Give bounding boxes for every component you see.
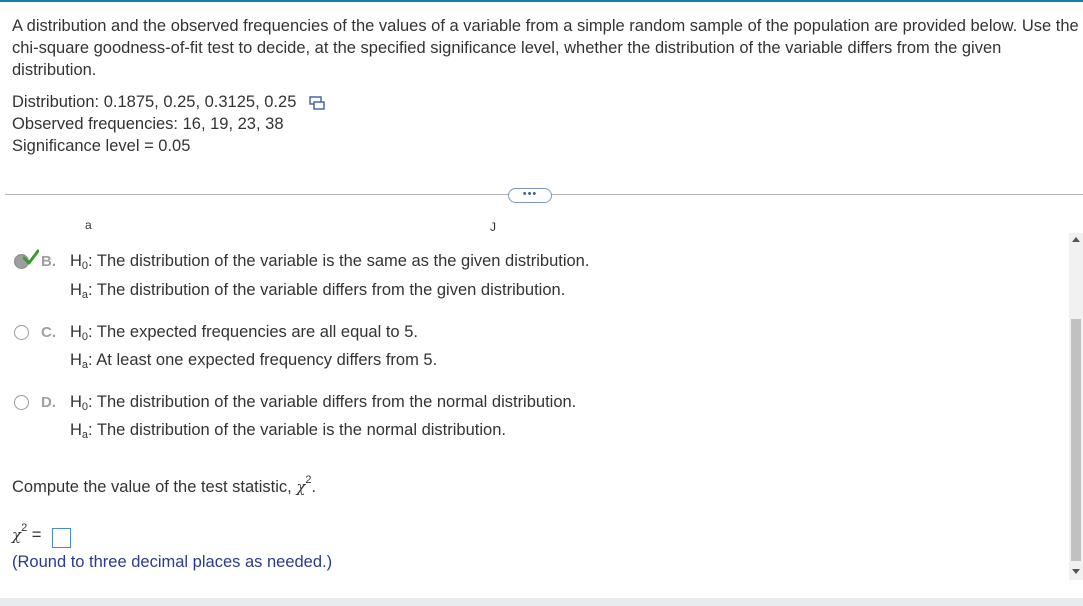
answer-label: χ2 = <box>12 522 42 544</box>
option-d[interactable]: D. H0: The distribution of the variable … <box>14 393 714 441</box>
clipped-text-fragment: J <box>490 220 496 234</box>
option-letter: B. <box>41 253 56 270</box>
significance-row: Significance level = 0.05 <box>12 137 191 155</box>
given-data: Distribution: 0.1875, 0.25, 0.3125, 0.25… <box>12 91 325 157</box>
scroll-down-arrow-icon[interactable] <box>1072 569 1080 574</box>
vertical-scrollbar[interactable] <box>1069 233 1083 580</box>
rounding-note: (Round to three decimal places as needed… <box>12 553 333 571</box>
question-intro: A distribution and the observed frequenc… <box>12 17 1079 79</box>
scroll-thumb[interactable] <box>1071 319 1081 561</box>
checkmark-icon <box>23 249 39 265</box>
top-accent-bar <box>0 0 1083 2</box>
clipped-text-fragment: a <box>85 218 92 232</box>
scroll-up-arrow-icon[interactable] <box>1072 237 1080 242</box>
radio-button-c[interactable] <box>14 325 29 340</box>
option-letter: C. <box>41 324 56 341</box>
null-hypothesis: H0: The distribution of the variable dif… <box>70 393 577 413</box>
answer-input[interactable] <box>52 528 71 548</box>
option-b[interactable]: B. H0: The distribution of the variable … <box>14 249 714 301</box>
alternative-hypothesis: Ha: At least one expected frequency diff… <box>70 351 438 371</box>
alternative-hypothesis: Ha: The distribution of the variable is … <box>70 421 506 441</box>
bottom-bar <box>0 598 1083 606</box>
radio-button-d[interactable] <box>14 395 29 410</box>
distribution-row: Distribution: 0.1875, 0.25, 0.3125, 0.25 <box>12 91 325 113</box>
option-c[interactable]: C. H0: The expected frequencies are all … <box>14 323 714 371</box>
distribution-text: Distribution: 0.1875, 0.25, 0.3125, 0.25 <box>12 93 297 111</box>
observed-row: Observed frequencies: 16, 19, 23, 38 <box>12 115 284 133</box>
expand-more-button[interactable]: ••• <box>508 188 552 203</box>
copy-data-icon[interactable] <box>309 95 325 110</box>
compute-prompt: Compute the value of the test statistic,… <box>12 474 317 496</box>
option-letter: D. <box>41 394 56 411</box>
alternative-hypothesis: Ha: The distribution of the variable dif… <box>70 281 566 301</box>
null-hypothesis: H0: The distribution of the variable is … <box>70 252 590 272</box>
chi-symbol: χ <box>12 526 22 544</box>
null-hypothesis: H0: The expected frequencies are all equ… <box>70 323 418 343</box>
